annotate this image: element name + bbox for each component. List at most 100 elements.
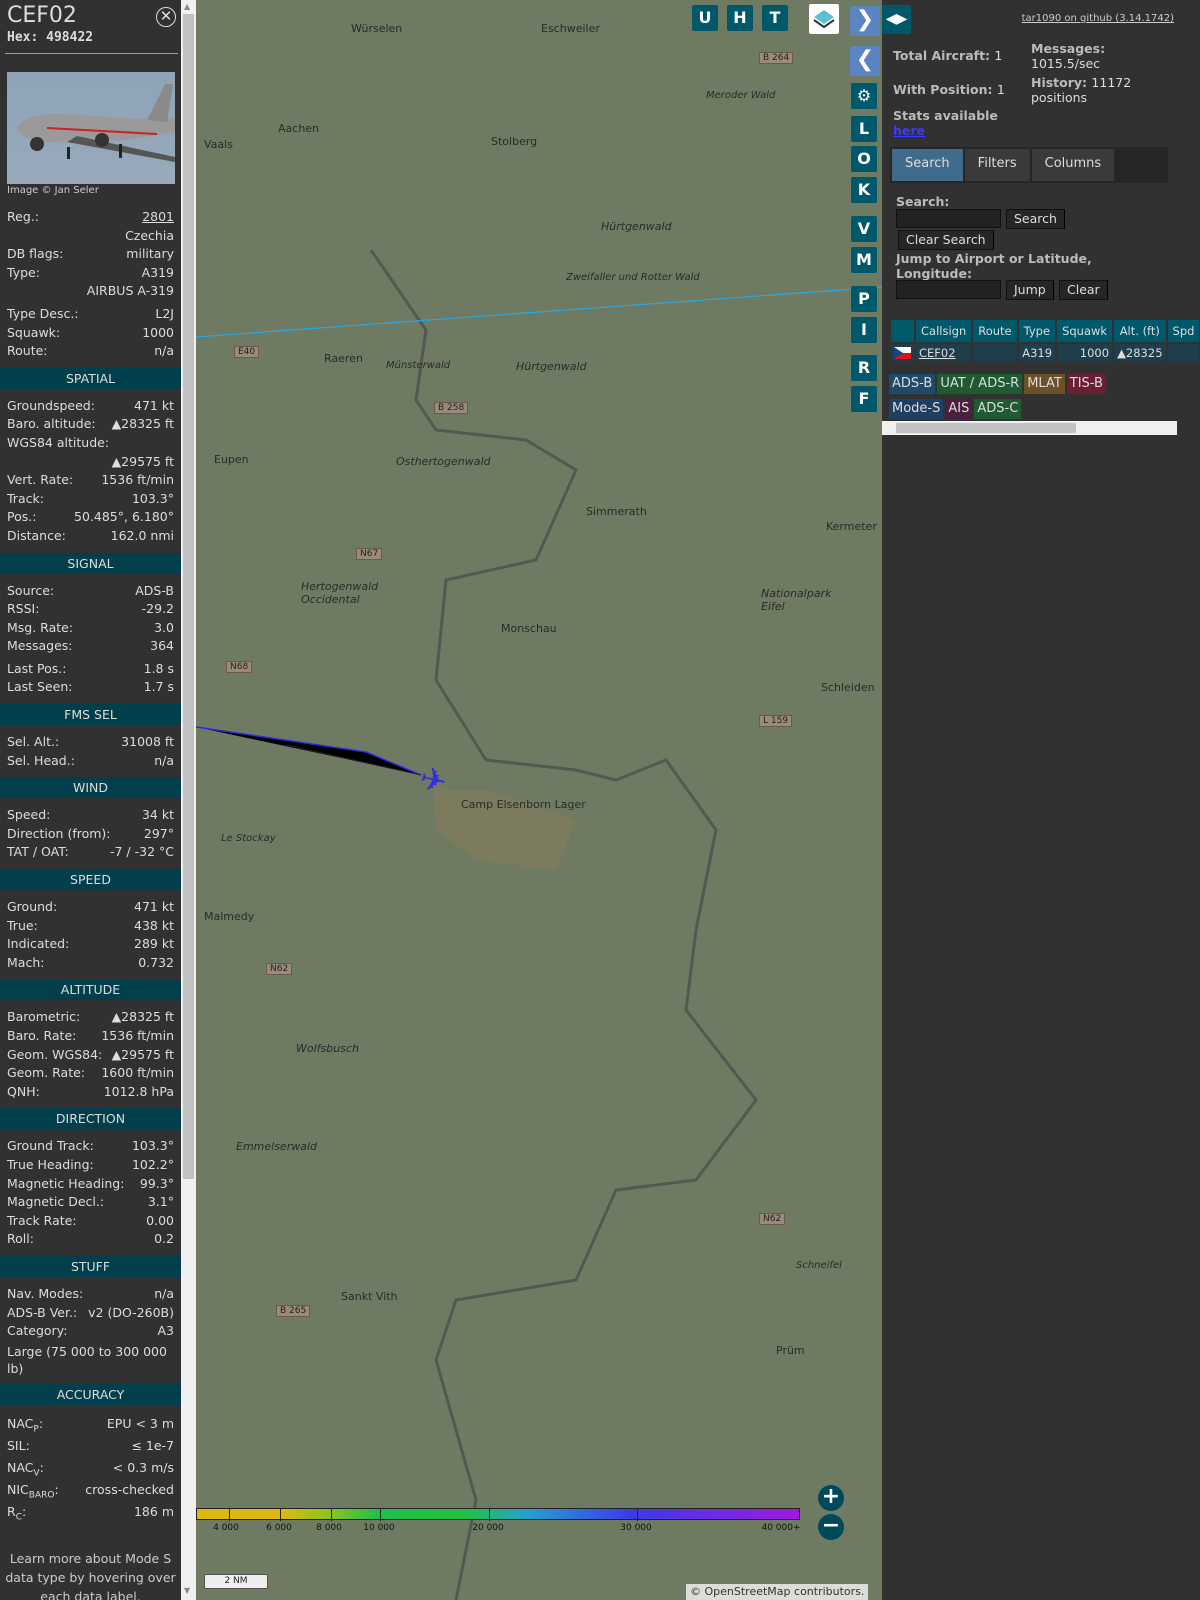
osm-link[interactable]: OpenStreetMap <box>705 1585 791 1598</box>
label-subscript: BARO <box>28 1490 55 1501</box>
source-ads-c: ADS-C <box>974 399 1022 419</box>
detail-row: ▲29575 ft <box>0 453 181 472</box>
detail-row: Geom. WGS84: ▲29575 ft <box>0 1046 181 1065</box>
section-header-altitude: ALTITUDE <box>0 979 181 1001</box>
row-label: NACP: <box>7 1415 44 1435</box>
column-header-spd[interactable]: Spd <box>1167 320 1200 342</box>
map-place-label: Schleiden <box>821 681 875 694</box>
jump-input[interactable] <box>896 280 1001 299</box>
map-place-label: Sankt Vith <box>341 1290 398 1303</box>
close-icon[interactable]: ✕ <box>156 7 176 27</box>
tab-columns[interactable]: Columns <box>1031 149 1115 181</box>
map-button-v[interactable]: V <box>851 216 877 242</box>
aircraft-photo[interactable] <box>7 72 175 184</box>
row-label: QNH: <box>7 1083 40 1099</box>
map-button-i[interactable]: I <box>851 317 877 343</box>
row-value: ADS-B <box>135 582 174 598</box>
search-button[interactable]: Search <box>1006 209 1065 229</box>
tab-search[interactable]: Search <box>892 149 963 181</box>
tab-filters[interactable]: Filters <box>964 149 1030 181</box>
column-header-squawk[interactable]: Squawk <box>1057 320 1113 342</box>
map-button-m[interactable]: M <box>851 247 877 273</box>
cell-callsign[interactable]: CEF02 <box>916 344 972 361</box>
row-value: 3.1° <box>147 1194 174 1210</box>
source-mode-s: Mode-S <box>889 399 944 419</box>
map-place-label: Münsterwald <box>386 360 451 371</box>
row-label: Last Pos.: <box>7 660 67 676</box>
map-button-f[interactable]: F <box>851 386 877 412</box>
row-label: Reg.: <box>7 209 39 224</box>
row-value: 186 m <box>133 1503 174 1519</box>
row-label: Ground: <box>7 899 58 915</box>
detail-row: Geom. Rate: 1600 ft/min <box>0 1064 181 1083</box>
column-header-type[interactable]: Type <box>1018 320 1056 342</box>
map-view[interactable]: ✈ Würselen Eschweiler Aachen Vaals Stolberg H… <box>196 0 882 1600</box>
map-place-label: Zweifaller und Rotter Wald <box>566 272 700 283</box>
row-label: WGS84 altitude: <box>7 434 110 450</box>
sidebar-scrollbar[interactable]: ▲ ▼ <box>181 0 196 1600</box>
aircraft-list-panel: ◀▶ tar1090 on github (3.14.1742) Total A… <box>882 0 1200 1600</box>
row-value: 1012.8 hPa <box>103 1083 174 1099</box>
column-header-flag[interactable] <box>891 320 914 342</box>
altitude-color-legend <box>196 1508 800 1521</box>
expand-collapse-icon[interactable]: ◀▶ <box>882 5 911 34</box>
map-button-l[interactable]: L <box>851 116 877 142</box>
map-place-label: Hertogenwald Occidental <box>301 580 379 606</box>
detail-row: Category: A3 <box>0 1322 181 1341</box>
row-label: Speed: <box>7 807 51 823</box>
map-place-label: Wolfsbusch <box>296 1042 359 1055</box>
column-header-callsign[interactable]: Callsign <box>916 320 972 342</box>
jump-button[interactable]: Jump <box>1006 280 1054 300</box>
zoom-out-button[interactable]: − <box>818 1514 844 1540</box>
map-place-label: Camp Elsenborn Lager <box>461 798 586 811</box>
clear-button[interactable]: Clear <box>1059 280 1108 300</box>
table-horizontal-scrollbar[interactable] <box>882 421 1177 435</box>
row-value: 297° <box>143 825 174 841</box>
column-header-altft[interactable]: Alt. (ft) <box>1114 320 1166 342</box>
row-label: Pos.: <box>7 509 37 525</box>
detail-row: Distance: 162.0 nmi <box>0 527 181 546</box>
row-label: Category: <box>7 1323 68 1339</box>
map-button-t[interactable]: T <box>762 5 788 31</box>
detail-row: Indicated: 289 kt <box>0 935 181 954</box>
detail-row: ADS-B Ver.: v2 (DO-260B) <box>0 1304 181 1323</box>
row-label: TAT / OAT: <box>7 844 69 860</box>
gear-icon[interactable]: ⚙ <box>851 83 877 109</box>
map-button-k[interactable]: K <box>851 177 877 203</box>
table-row[interactable]: CEF02 A319 1000 ▲28325 <box>891 344 1200 361</box>
detail-row: Last Pos.: 1.8 s <box>0 660 181 679</box>
map-place-label: Kermeter <box>826 520 877 533</box>
column-header-route[interactable]: Route <box>973 320 1017 342</box>
row-label: Mach: <box>7 954 45 970</box>
map-place-label: Vaals <box>204 138 233 151</box>
stats-link[interactable]: here <box>893 123 925 138</box>
search-input[interactable] <box>896 209 1001 228</box>
row-value: 471 kt <box>134 899 174 915</box>
accuracy-row: NACV: < 0.3 m/s <box>0 1457 181 1479</box>
registration-link[interactable]: 2801 <box>142 208 174 227</box>
chevron-left-icon[interactable]: ❮ <box>850 46 880 76</box>
row-label: Magnetic Decl.: <box>7 1194 105 1210</box>
detail-row: Roll: 0.2 <box>0 1230 181 1249</box>
zoom-in-button[interactable]: + <box>818 1485 844 1511</box>
row-label: True Heading: <box>7 1156 94 1172</box>
label-subscript: P <box>33 1424 39 1435</box>
detail-row: TAT / OAT: -7 / -32 °C <box>0 843 181 862</box>
layers-icon[interactable] <box>809 4 839 34</box>
map-button-h[interactable]: H <box>727 5 753 31</box>
section-header-direction: DIRECTION <box>0 1108 181 1130</box>
chevron-right-icon[interactable]: ❯ <box>850 6 880 36</box>
map-button-r[interactable]: R <box>851 355 877 381</box>
map-button-p[interactable]: P <box>851 286 877 312</box>
map-place-label: Hürtgenwald <box>601 220 672 233</box>
map-place-label: Aachen <box>278 122 320 135</box>
map-button-o[interactable]: O <box>851 146 877 172</box>
clear-search-button[interactable]: Clear Search <box>898 230 994 250</box>
row-label: ADS-B Ver.: <box>7 1304 78 1320</box>
detail-row: QNH: 1012.8 hPa <box>0 1083 181 1102</box>
detail-row: Nav. Modes: n/a <box>0 1285 181 1304</box>
legend-label: 6 000 <box>266 1523 292 1533</box>
map-button-u[interactable]: U <box>692 5 718 31</box>
github-link[interactable]: tar1090 on github (3.14.1742) <box>1022 13 1174 24</box>
row-value: AIRBUS A-319 <box>86 283 174 299</box>
